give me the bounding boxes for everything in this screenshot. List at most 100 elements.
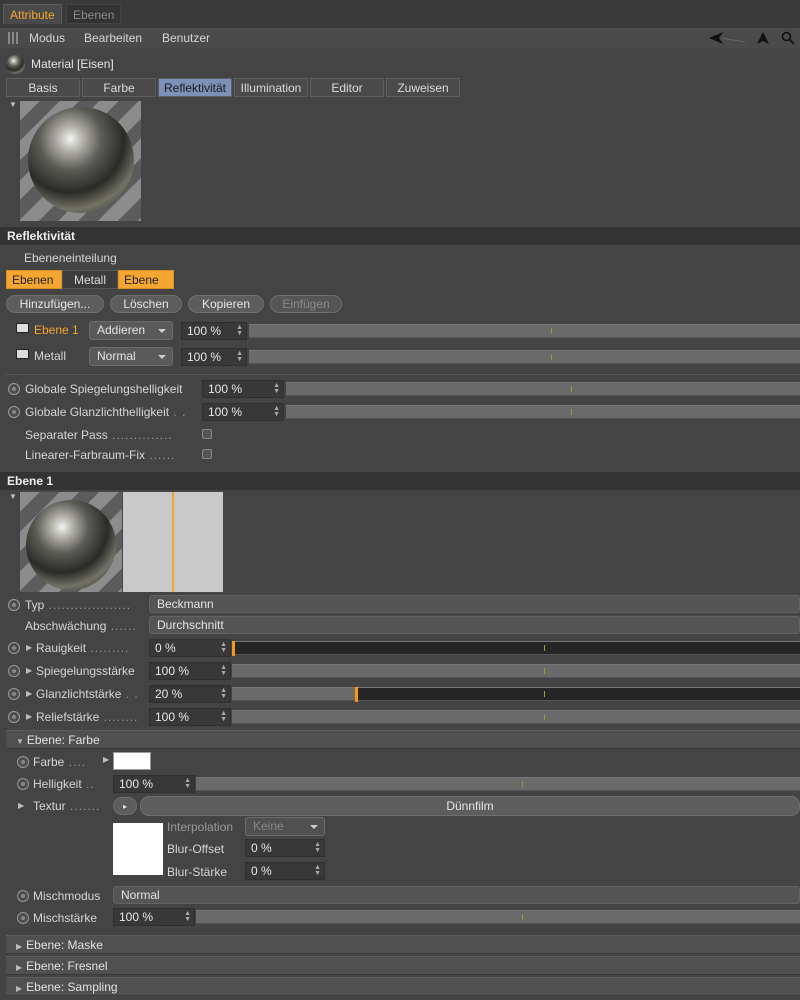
tab-farbe[interactable]: Farbe [82, 78, 156, 97]
layer-name-ebene1[interactable]: Ebene 1 [34, 323, 79, 337]
tab-zuweisen[interactable]: Zuweisen [386, 78, 460, 97]
anim-radio[interactable] [17, 912, 29, 924]
section-ebene-farbe[interactable]: ▼ Ebene: Farbe [6, 730, 800, 749]
anim-radio[interactable] [8, 688, 20, 700]
layer-tab-ebenen[interactable]: Ebenen [6, 270, 62, 289]
typ-dropdown[interactable]: Beckmann [149, 595, 800, 613]
tab-reflektivitaet[interactable]: Reflektivität [158, 78, 232, 97]
blur-offset-field[interactable]: 0 % ▲ ▼ [245, 839, 325, 857]
menu-benutzer[interactable]: Benutzer [162, 31, 210, 45]
mischstaerke-value: 100 % [119, 910, 154, 924]
menu-bar: Modus Bearbeiten Benutzer [0, 28, 800, 48]
layer-visibility-icon[interactable] [16, 323, 29, 333]
preview-sphere [28, 107, 134, 213]
material-preview[interactable] [20, 101, 141, 221]
layer-value-field-1[interactable]: 100 % ▲ ▼ [181, 322, 247, 340]
abschwaechung-dropdown[interactable]: Durchschnitt [149, 616, 800, 634]
layer-visibility-icon[interactable] [16, 349, 29, 359]
layer-slider-2[interactable] [249, 350, 800, 364]
tab-attribute[interactable]: Attribute [3, 4, 62, 24]
glanzlichtstaerke-value: 20 % [155, 687, 183, 701]
layer-tab-metall[interactable]: Metall [62, 270, 118, 289]
glanzlichtstaerke-slider[interactable] [232, 687, 800, 702]
blur-offset-label: Blur-Offset [167, 842, 225, 856]
mischstaerke-slider[interactable] [196, 910, 800, 924]
helligkeit-value: 100 % [119, 777, 154, 791]
section-ebene-maske[interactable]: ▶ Ebene: Maske [6, 935, 800, 954]
slider-knob[interactable] [232, 641, 235, 656]
expand-icon[interactable]: ▶ [26, 712, 32, 721]
global-gloss-value: 100 % [208, 405, 243, 419]
expand-icon[interactable]: ▶ [26, 643, 32, 652]
global-gloss-field[interactable]: 100 % ▲ ▼ [202, 403, 284, 421]
layer-mode-dropdown-1[interactable]: Addieren [89, 321, 173, 340]
expand-icon[interactable]: ▶ [18, 801, 24, 810]
rauigkeit-slider[interactable] [232, 641, 800, 656]
helligkeit-slider[interactable] [196, 777, 800, 791]
global-gloss-slider[interactable] [286, 405, 800, 419]
anim-radio[interactable] [17, 756, 29, 768]
layer-name-metall[interactable]: Metall [34, 349, 66, 363]
layer-mode-dropdown-2[interactable]: Normal [89, 347, 173, 366]
layer-tab-ebene1[interactable]: Ebene 1 [118, 270, 174, 306]
global-spec-field[interactable]: 100 % ▲ ▼ [202, 380, 284, 398]
glanzlichtstaerke-field[interactable]: 20 % ▲ ▼ [149, 685, 231, 703]
layer-preview[interactable] [20, 492, 122, 592]
grip-icon[interactable] [8, 32, 20, 44]
section-ebene-fresnel[interactable]: ▶ Ebene: Fresnel [6, 956, 800, 975]
anim-radio[interactable] [17, 778, 29, 790]
expand-icon[interactable]: ▶ [103, 755, 109, 764]
paste-layer-button[interactable]: Einfügen [270, 295, 342, 313]
add-layer-button[interactable]: Hinzufügen... [6, 295, 104, 313]
tab-editor[interactable]: Editor [310, 78, 384, 97]
mischstaerke-field[interactable]: 100 % ▲ ▼ [113, 908, 195, 926]
expand-icon: ▶ [16, 963, 23, 972]
mischmodus-dropdown[interactable]: Normal [113, 886, 800, 904]
spiegelungsstaerke-slider[interactable] [232, 664, 800, 678]
search-icon[interactable] [781, 31, 795, 45]
linear-fix-checkbox[interactable] [202, 449, 212, 459]
global-spec-slider[interactable] [286, 382, 800, 396]
anim-radio[interactable] [8, 599, 20, 611]
anim-radio[interactable] [17, 890, 29, 902]
anim-radio[interactable] [8, 711, 20, 723]
menu-modus[interactable]: Modus [29, 31, 65, 45]
expand-icon[interactable]: ▶ [26, 666, 32, 675]
rauigkeit-field[interactable]: 0 % ▲ ▼ [149, 639, 231, 657]
anim-radio[interactable] [8, 383, 20, 395]
reliefstaerke-field[interactable]: 100 % ▲ ▼ [149, 708, 231, 726]
collapse-icon: ▼ [16, 737, 24, 746]
global-gloss-label: Globale Glanzlichthelligkeit . . [25, 405, 187, 419]
anim-radio[interactable] [8, 406, 20, 418]
menu-bearbeiten[interactable]: Bearbeiten [84, 31, 142, 45]
expand-icon[interactable]: ▶ [26, 689, 32, 698]
helligkeit-field[interactable]: 100 % ▲ ▼ [113, 775, 195, 793]
textur-menu-button[interactable]: ▸ [113, 797, 137, 815]
farbe-swatch[interactable] [113, 752, 151, 770]
textur-button[interactable]: Dünnfilm [140, 796, 800, 816]
anim-radio[interactable] [8, 642, 20, 654]
blur-staerke-field[interactable]: 0 % ▲ ▼ [245, 862, 325, 880]
tab-illumination[interactable]: Illumination [234, 78, 308, 97]
up-arrow-icon[interactable] [756, 31, 770, 45]
tab-basis[interactable]: Basis [6, 78, 80, 97]
layer-slider-1[interactable] [249, 324, 800, 338]
reliefstaerke-slider[interactable] [232, 710, 800, 724]
divider [6, 374, 800, 375]
copy-layer-button[interactable]: Kopieren [188, 295, 264, 313]
spiegelungsstaerke-value: 100 % [155, 664, 190, 678]
back-arrow-icon[interactable] [707, 31, 747, 45]
interpolation-dropdown[interactable]: Keine [245, 817, 325, 836]
anim-radio[interactable] [8, 665, 20, 677]
preview-collapse-icon[interactable]: ▼ [9, 492, 17, 501]
blur-staerke-value: 0 % [251, 864, 272, 878]
separate-pass-checkbox[interactable] [202, 429, 212, 439]
section-ebene-sampling[interactable]: ▶ Ebene: Sampling [6, 977, 800, 996]
spiegelungsstaerke-field[interactable]: 100 % ▲ ▼ [149, 662, 231, 680]
slider-knob[interactable] [355, 687, 358, 702]
layer-value-text-2: 100 % [187, 350, 222, 364]
layer-value-field-2[interactable]: 100 % ▲ ▼ [181, 348, 247, 366]
preview-collapse-icon[interactable]: ▼ [9, 100, 17, 109]
tab-ebenen[interactable]: Ebenen [66, 4, 122, 24]
delete-layer-button[interactable]: Löschen [110, 295, 182, 313]
